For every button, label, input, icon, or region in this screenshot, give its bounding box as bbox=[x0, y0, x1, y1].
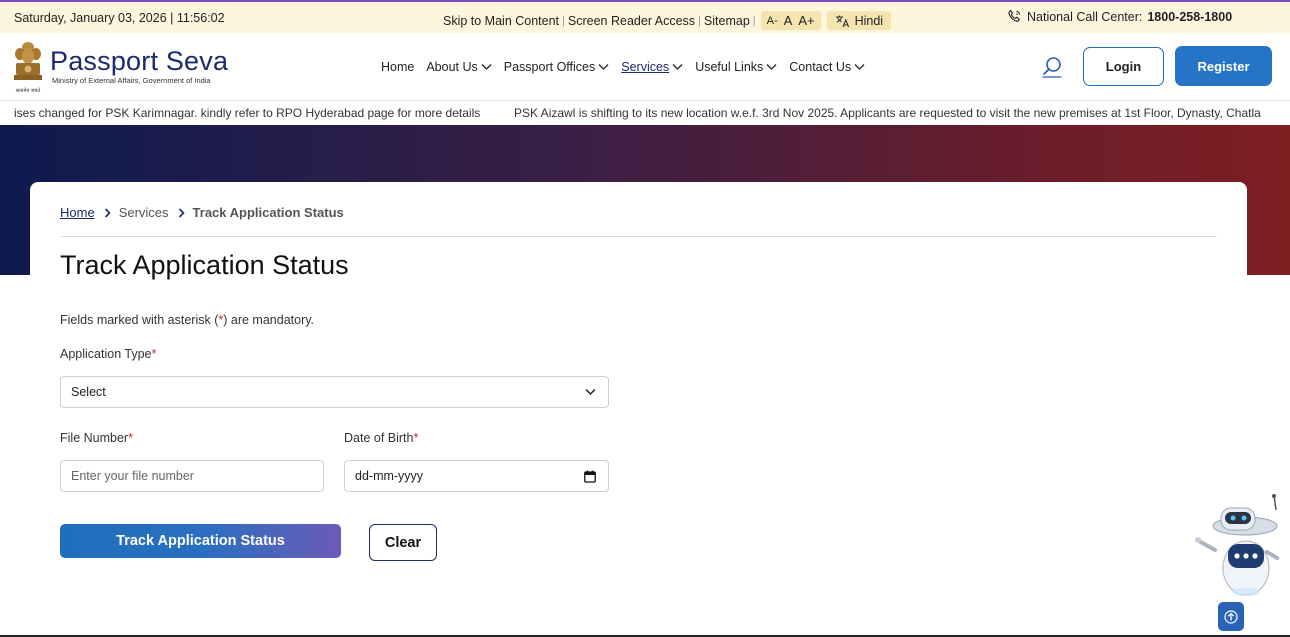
font-size-controls: A- A A+ bbox=[760, 11, 821, 30]
phone-icon bbox=[1008, 9, 1021, 22]
application-type-select[interactable]: Select bbox=[60, 376, 609, 408]
page-title: Track Application Status bbox=[60, 250, 349, 280]
national-call-center: National Call Center: 1800-258-1800 bbox=[1007, 9, 1232, 24]
site-header: सत्यमेव जयते Passport Seva Ministry of E… bbox=[0, 33, 1290, 101]
input-placeholder: Enter your file number bbox=[71, 469, 194, 483]
chevron-right-icon bbox=[178, 207, 185, 218]
ticker-item[interactable]: ises changed for PSK Karimnagar. kindly … bbox=[14, 106, 480, 120]
chevron-right-icon bbox=[104, 207, 111, 218]
input-placeholder: dd-mm-yyyy bbox=[355, 469, 424, 483]
label-text: Date of Birth bbox=[344, 431, 414, 445]
label-text: Application Type bbox=[60, 347, 152, 361]
nav-item-contact-us[interactable]: Contact Us bbox=[789, 60, 865, 74]
language-toggle-button[interactable]: Hindi bbox=[826, 11, 892, 30]
breadcrumb-current: Track Application Status bbox=[192, 205, 344, 220]
sitemap-link[interactable]: Sitemap bbox=[704, 14, 750, 28]
news-ticker: ises changed for PSK Karimnagar. kindly … bbox=[0, 101, 1290, 125]
mandatory-note-text: Fields marked with asterisk ( bbox=[60, 313, 219, 327]
separator: | bbox=[562, 14, 565, 27]
breadcrumb-services-link[interactable]: Services bbox=[119, 205, 169, 220]
svg-text:सत्यमेव जयते: सत्यमेव जयते bbox=[16, 87, 41, 94]
date-of-birth-label: Date of Birth* bbox=[344, 431, 418, 445]
date-of-birth-input[interactable]: dd-mm-yyyy bbox=[344, 460, 609, 492]
required-asterisk: * bbox=[413, 431, 419, 445]
chevron-down-icon bbox=[598, 64, 609, 70]
chevron-down-icon bbox=[481, 64, 492, 70]
chevron-down-icon bbox=[585, 388, 596, 396]
required-asterisk: * bbox=[151, 347, 157, 361]
mandatory-note-text: ) are mandatory. bbox=[223, 313, 315, 327]
nav-item-home[interactable]: Home bbox=[381, 60, 414, 74]
call-center-label: National Call Center: bbox=[1027, 9, 1143, 24]
date-time: Saturday, January 03, 2026 | 11:56:02 bbox=[14, 11, 225, 25]
national-emblem-logo[interactable]: सत्यमेव जयते bbox=[10, 37, 46, 95]
separator: | bbox=[698, 14, 701, 27]
nav-label: Services bbox=[621, 60, 670, 74]
brand-subtitle: Ministry of External Affairs, Government… bbox=[52, 76, 211, 85]
calendar-icon[interactable] bbox=[584, 470, 596, 483]
main-nav: Home About Us Passport Offices Services … bbox=[381, 60, 877, 74]
required-asterisk: * bbox=[128, 431, 133, 445]
separator: | bbox=[752, 14, 756, 27]
chevron-down-icon bbox=[766, 64, 777, 70]
file-number-input[interactable]: Enter your file number bbox=[60, 460, 324, 492]
top-utility-bar: Saturday, January 03, 2026 | 11:56:02 Sk… bbox=[0, 0, 1290, 33]
label-text: File Number bbox=[60, 431, 129, 445]
font-normal-button[interactable]: A bbox=[784, 13, 793, 28]
language-label: Hindi bbox=[854, 13, 884, 28]
nav-label: Passport Offices bbox=[503, 60, 596, 74]
file-number-label: File Number* bbox=[60, 431, 133, 445]
clear-button[interactable]: Clear bbox=[369, 524, 437, 561]
chevron-down-icon bbox=[672, 64, 683, 70]
screen-reader-link[interactable]: Screen Reader Access bbox=[568, 14, 695, 28]
nav-item-services[interactable]: Services bbox=[621, 60, 683, 74]
arrow-up-icon bbox=[1224, 609, 1238, 624]
ticker-item[interactable]: PSK Aizawl is shifting to its new locati… bbox=[514, 106, 1261, 120]
nav-label: Useful Links bbox=[695, 60, 764, 74]
accessibility-links: Skip to Main Content | Screen Reader Acc… bbox=[443, 11, 892, 30]
call-center-number[interactable]: 1800-258-1800 bbox=[1147, 10, 1232, 24]
translate-icon bbox=[835, 15, 849, 27]
breadcrumb: Home Services Track Application Status bbox=[60, 205, 344, 220]
brand[interactable]: Passport Seva Ministry of External Affai… bbox=[50, 47, 228, 85]
application-type-label: Application Type* bbox=[60, 347, 156, 361]
nav-item-about-us[interactable]: About Us bbox=[426, 60, 492, 74]
search-icon[interactable] bbox=[1041, 56, 1063, 78]
breadcrumb-home-link[interactable]: Home bbox=[60, 205, 95, 220]
nav-label: About Us bbox=[426, 60, 478, 74]
mandatory-note: Fields marked with asterisk (*) are mand… bbox=[60, 313, 314, 327]
login-button[interactable]: Login bbox=[1083, 47, 1164, 86]
divider bbox=[60, 236, 1217, 237]
ticker-fade bbox=[1266, 101, 1290, 125]
select-value: Select bbox=[71, 385, 106, 399]
skip-to-content-link[interactable]: Skip to Main Content bbox=[443, 14, 559, 28]
nav-label: Home bbox=[381, 60, 415, 74]
nav-item-passport-offices[interactable]: Passport Offices bbox=[504, 60, 609, 74]
font-decrease-button[interactable]: A- bbox=[767, 15, 778, 27]
track-application-status-button[interactable]: Track Application Status bbox=[60, 524, 341, 558]
brand-name: Passport Seva bbox=[50, 46, 229, 76]
nav-item-useful-links[interactable]: Useful Links bbox=[695, 60, 777, 74]
chatbot-icon[interactable] bbox=[1195, 492, 1280, 597]
register-button[interactable]: Register bbox=[1175, 46, 1272, 86]
font-increase-button[interactable]: A+ bbox=[798, 13, 814, 28]
content-card: Home Services Track Application Status T… bbox=[30, 182, 1247, 622]
nav-label: Contact Us bbox=[789, 60, 852, 74]
chevron-down-icon bbox=[854, 64, 865, 70]
scroll-to-top-button[interactable] bbox=[1218, 602, 1244, 631]
